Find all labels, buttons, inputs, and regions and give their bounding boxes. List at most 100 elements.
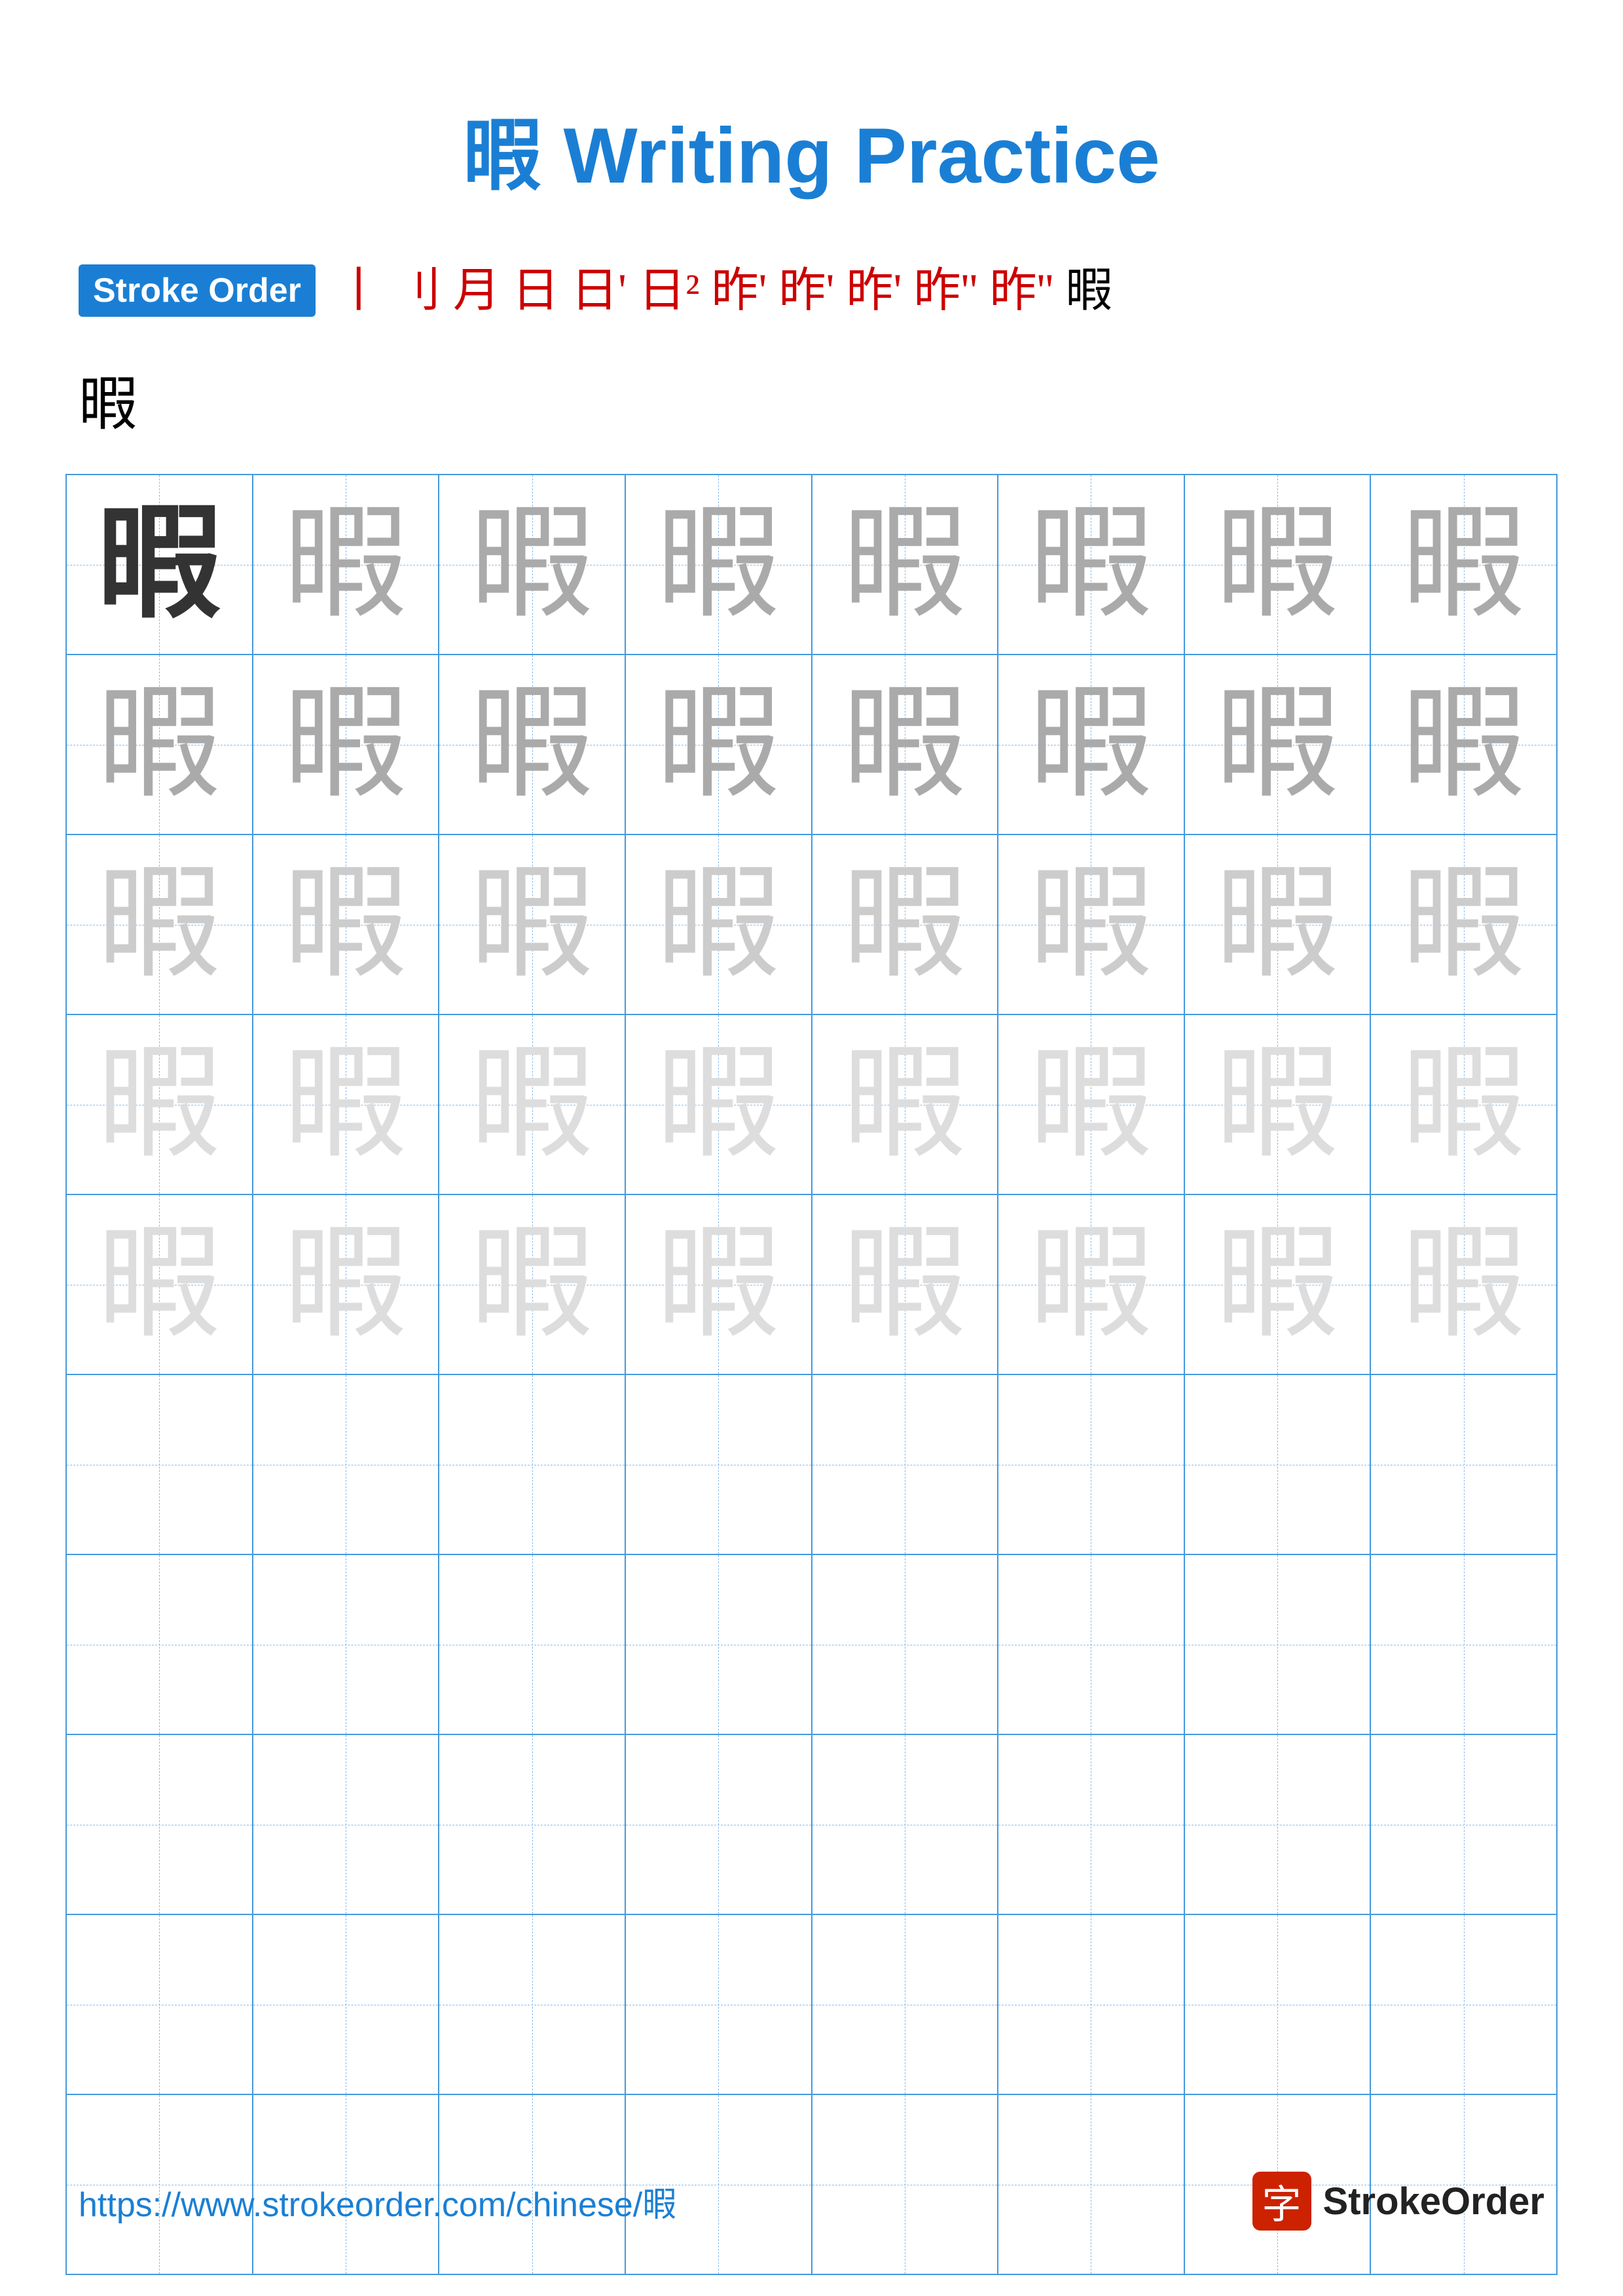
stroke-1: 丨 xyxy=(335,267,382,314)
cell-character: 暇 xyxy=(283,1036,408,1174)
grid-cell[interactable] xyxy=(253,1914,439,2094)
cell-character: 暇 xyxy=(656,676,780,814)
footer-url[interactable]: https://www.strokeorder.com/chinese/暇 xyxy=(79,2177,676,2226)
grid-cell[interactable]: 暇 xyxy=(812,1194,998,1374)
grid-cell[interactable] xyxy=(253,1554,439,1734)
grid-cell[interactable]: 暇 xyxy=(439,834,625,1014)
grid-cell[interactable] xyxy=(439,1734,625,1914)
grid-cell[interactable]: 暇 xyxy=(1370,1194,1557,1374)
cell-character: 暇 xyxy=(843,496,967,634)
cell-character: 暇 xyxy=(470,1036,594,1174)
grid-cell[interactable]: 暇 xyxy=(625,1014,812,1194)
grid-cell[interactable]: 暇 xyxy=(1184,475,1371,655)
grid-cell[interactable] xyxy=(1370,1374,1557,1554)
grid-cell[interactable]: 暇 xyxy=(439,1194,625,1374)
grid-cell[interactable]: 暇 xyxy=(812,655,998,834)
grid-cell[interactable]: 暇 xyxy=(625,1194,812,1374)
grid-cell[interactable] xyxy=(439,1554,625,1734)
cell-character: 暇 xyxy=(1029,856,1153,994)
grid-cell[interactable] xyxy=(66,1914,253,2094)
grid-cell[interactable]: 暇 xyxy=(1184,655,1371,834)
cell-character: 暇 xyxy=(1029,676,1153,814)
grid-cell[interactable] xyxy=(998,1554,1184,1734)
grid-cell[interactable]: 暇 xyxy=(439,655,625,834)
grid-cell[interactable] xyxy=(253,1374,439,1554)
cell-character: 暇 xyxy=(1402,1216,1526,1354)
grid-cell[interactable] xyxy=(812,1374,998,1554)
footer-logo-char: 字 xyxy=(1262,2173,1302,2230)
grid-cell[interactable] xyxy=(1184,1734,1371,1914)
grid-cell[interactable] xyxy=(1184,1914,1371,2094)
grid-cell[interactable]: 暇 xyxy=(439,475,625,655)
grid-cell[interactable]: 暇 xyxy=(812,475,998,655)
grid-cell[interactable]: 暇 xyxy=(1184,1194,1371,1374)
grid-cell[interactable]: 暇 xyxy=(253,475,439,655)
grid-cell[interactable] xyxy=(812,1554,998,1734)
grid-cell[interactable] xyxy=(66,1554,253,1734)
grid-cell[interactable] xyxy=(1184,1554,1371,1734)
cell-character: 暇 xyxy=(283,1216,408,1354)
grid-cell[interactable] xyxy=(625,1554,812,1734)
grid-cell[interactable] xyxy=(66,1734,253,1914)
grid-cell[interactable] xyxy=(1370,1554,1557,1734)
grid-cell[interactable]: 暇 xyxy=(998,655,1184,834)
cell-character: 暇 xyxy=(470,496,594,634)
grid-cell[interactable] xyxy=(812,1734,998,1914)
grid-cell[interactable]: 暇 xyxy=(998,834,1184,1014)
cell-character: 暇 xyxy=(656,496,780,634)
grid-cell[interactable]: 暇 xyxy=(439,1014,625,1194)
cell-character: 暇 xyxy=(1215,1216,1340,1354)
grid-cell[interactable] xyxy=(66,1374,253,1554)
cell-character: 暇 xyxy=(1215,676,1340,814)
grid-cell[interactable] xyxy=(1370,1914,1557,2094)
grid-cell[interactable]: 暇 xyxy=(66,834,253,1014)
grid-cell[interactable] xyxy=(625,1374,812,1554)
grid-cell[interactable]: 暇 xyxy=(1370,1014,1557,1194)
grid-cell[interactable]: 暇 xyxy=(253,1014,439,1194)
cell-character: 暇 xyxy=(843,1216,967,1354)
grid-cell[interactable]: 暇 xyxy=(812,834,998,1014)
grid-cell[interactable]: 暇 xyxy=(253,1194,439,1374)
grid-cell[interactable] xyxy=(253,1734,439,1914)
grid-cell[interactable] xyxy=(625,1914,812,2094)
grid-cell[interactable]: 暇 xyxy=(1370,475,1557,655)
grid-cell[interactable]: 暇 xyxy=(1184,834,1371,1014)
grid-cell[interactable] xyxy=(625,1734,812,1914)
cell-character: 暇 xyxy=(97,676,221,814)
grid-cell[interactable]: 暇 xyxy=(253,655,439,834)
grid-cell[interactable]: 暇 xyxy=(998,1194,1184,1374)
grid-cell[interactable]: 暇 xyxy=(625,834,812,1014)
grid-cell[interactable] xyxy=(439,1374,625,1554)
cell-character: 暇 xyxy=(1215,496,1340,634)
stroke-9: 昨' xyxy=(847,267,902,314)
cell-character: 暇 xyxy=(1402,856,1526,994)
cell-character: 暇 xyxy=(470,856,594,994)
grid-cell[interactable]: 暇 xyxy=(1370,655,1557,834)
practice-grid: 暇暇暇暇暇暇暇暇暇暇暇暇暇暇暇暇暇暇暇暇暇暇暇暇暇暇暇暇暇暇暇暇暇暇暇暇暇暇暇暇 xyxy=(65,474,1558,2275)
grid-cell[interactable]: 暇 xyxy=(1370,834,1557,1014)
footer: https://www.strokeorder.com/chinese/暇 字 … xyxy=(79,2172,1544,2231)
page-title: 暇 Writing Practice xyxy=(0,0,1623,245)
grid-cell[interactable] xyxy=(998,1734,1184,1914)
grid-cell[interactable]: 暇 xyxy=(66,1194,253,1374)
grid-cell[interactable]: 暇 xyxy=(66,1014,253,1194)
grid-cell[interactable]: 暇 xyxy=(66,655,253,834)
grid-cell[interactable]: 暇 xyxy=(998,1014,1184,1194)
grid-cell[interactable]: 暇 xyxy=(1184,1014,1371,1194)
cell-character: 暇 xyxy=(1402,496,1526,634)
cell-character: 暇 xyxy=(656,856,780,994)
grid-cell[interactable] xyxy=(812,1914,998,2094)
grid-cell[interactable]: 暇 xyxy=(812,1014,998,1194)
grid-cell[interactable] xyxy=(998,1374,1184,1554)
grid-cell[interactable]: 暇 xyxy=(625,655,812,834)
grid-cell[interactable] xyxy=(1184,1374,1371,1554)
grid-cell[interactable] xyxy=(439,1914,625,2094)
grid-cell[interactable]: 暇 xyxy=(998,475,1184,655)
grid-cell[interactable] xyxy=(998,1914,1184,2094)
grid-cell[interactable]: 暇 xyxy=(66,475,253,655)
stroke-order-bottom: 暇 xyxy=(0,356,1623,441)
cell-character: 暇 xyxy=(470,1216,594,1354)
grid-cell[interactable]: 暇 xyxy=(625,475,812,655)
grid-cell[interactable]: 暇 xyxy=(253,834,439,1014)
grid-cell[interactable] xyxy=(1370,1734,1557,1914)
